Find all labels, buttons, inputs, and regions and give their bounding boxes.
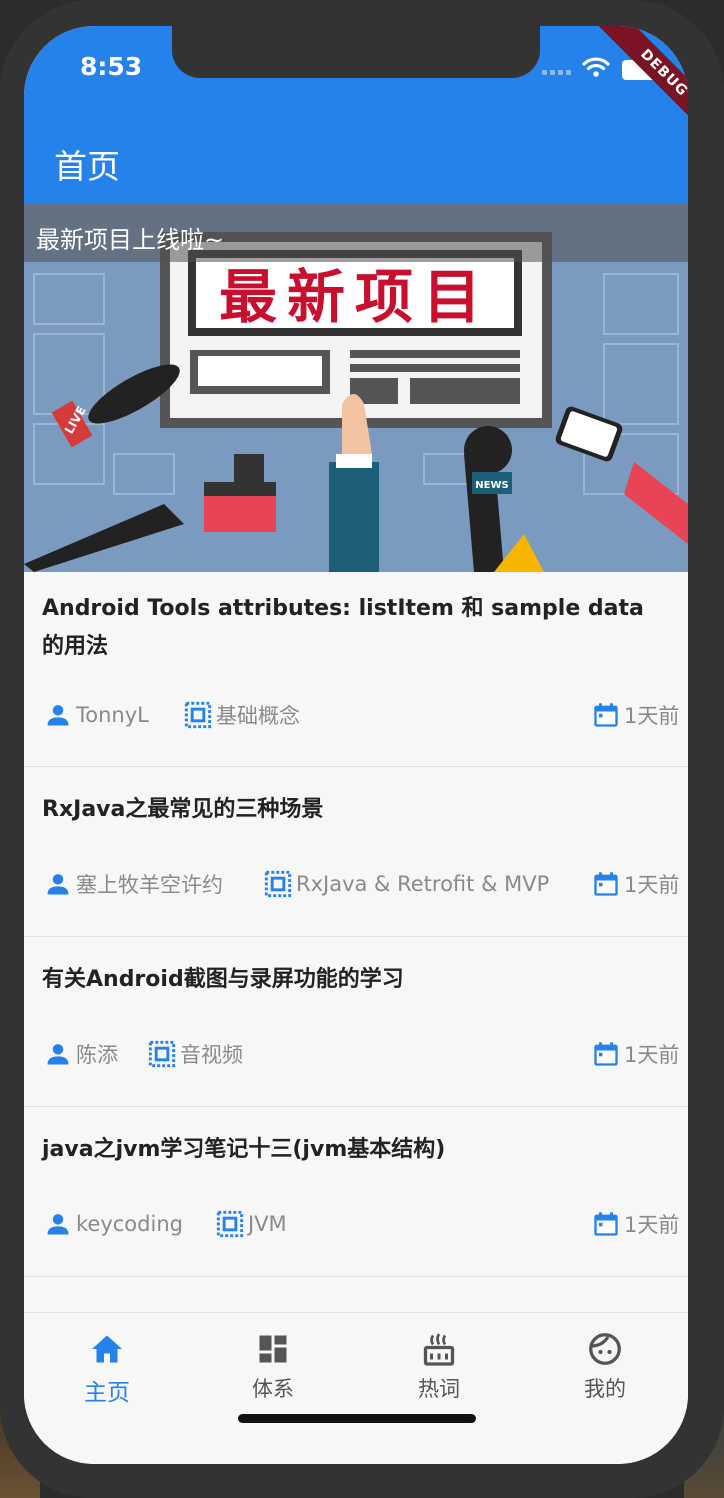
hot-icon bbox=[423, 1333, 455, 1366]
tab-label: 主页 bbox=[84, 1380, 130, 1406]
article-category: RxJava & Retrofit & MVP bbox=[296, 872, 550, 896]
article-title: java之jvm学习笔记十三(jvm基本结构) bbox=[42, 1137, 446, 1162]
article-time: 1天前 bbox=[624, 1043, 680, 1067]
article-category: JVM bbox=[248, 1212, 287, 1236]
person-icon bbox=[47, 874, 69, 895]
tab-label: 体系 bbox=[252, 1377, 294, 1401]
cellular-signal-icon bbox=[542, 70, 574, 76]
tab-hotwords[interactable]: 热词 bbox=[356, 1331, 522, 1401]
banner-headline: 最新项目 bbox=[219, 263, 491, 331]
article-category: 音视频 bbox=[180, 1043, 243, 1067]
tab-label: 我的 bbox=[584, 1377, 626, 1401]
chip-icon bbox=[148, 1040, 176, 1068]
article-title: 有关Android截图与录屏功能的学习 bbox=[42, 967, 404, 992]
dashboard-icon bbox=[259, 1335, 287, 1363]
article-author: keycoding bbox=[76, 1212, 183, 1236]
home-icon bbox=[92, 1335, 122, 1363]
article-item[interactable]: Android Tools attributes: listItem 和 sam… bbox=[24, 572, 688, 767]
phone-frame: 8:53 DEBUG 首页 最新项目 LIVE NEWS 最新项目上线啦~ An… bbox=[0, 0, 724, 1498]
person-icon bbox=[47, 705, 69, 726]
tab-home[interactable]: 主页 bbox=[24, 1331, 190, 1406]
chip-icon bbox=[184, 701, 212, 729]
tab-mine[interactable]: 我的 bbox=[522, 1331, 688, 1401]
person-icon bbox=[47, 1044, 69, 1065]
screen: 8:53 DEBUG 首页 最新项目 LIVE NEWS 最新项目上线啦~ An… bbox=[24, 26, 688, 1464]
article-time: 1天前 bbox=[624, 873, 680, 897]
article-category: 基础概念 bbox=[216, 704, 300, 728]
article-author: 陈添 bbox=[76, 1043, 118, 1067]
article-item[interactable]: RxJava之最常见的三种场景 塞上牧羊空许约 RxJava & Retrofi… bbox=[24, 767, 688, 937]
bottom-tab-bar: 主页 体系 热词 我的 bbox=[24, 1312, 688, 1464]
calendar-icon bbox=[594, 1212, 618, 1236]
calendar-icon bbox=[594, 703, 618, 727]
chip-icon bbox=[264, 870, 292, 898]
calendar-icon bbox=[594, 1042, 618, 1066]
banner-caption: 最新项目上线啦~ bbox=[36, 226, 225, 254]
app-bar: 首页 bbox=[24, 118, 688, 204]
person-icon bbox=[47, 1214, 69, 1235]
calendar-icon bbox=[594, 872, 618, 896]
article-time: 1天前 bbox=[624, 704, 680, 728]
article-time: 1天前 bbox=[624, 1213, 680, 1237]
chip-icon bbox=[216, 1210, 244, 1238]
home-indicator bbox=[238, 1414, 476, 1423]
tab-system[interactable]: 体系 bbox=[190, 1331, 356, 1401]
article-item[interactable]: 有关Android截图与录屏功能的学习 陈添 音视频 1天前 bbox=[24, 937, 688, 1107]
face-icon bbox=[589, 1333, 621, 1365]
notch bbox=[172, 26, 540, 78]
tab-label: 热词 bbox=[418, 1377, 460, 1401]
banner-carousel[interactable]: 最新项目 LIVE NEWS 最新项目上线啦~ bbox=[24, 204, 688, 572]
page-title: 首页 bbox=[54, 147, 120, 186]
status-time: 8:53 bbox=[80, 52, 143, 81]
article-title: RxJava之最常见的三种场景 bbox=[42, 797, 324, 822]
article-author: TonnyL bbox=[76, 703, 149, 727]
mic-label-news: NEWS bbox=[475, 480, 508, 491]
article-author: 塞上牧羊空许约 bbox=[76, 873, 223, 897]
article-title: Android Tools attributes: listItem 和 sam… bbox=[42, 596, 644, 659]
article-item[interactable]: java之jvm学习笔记十三(jvm基本结构) keycoding JVM 1天… bbox=[24, 1107, 688, 1277]
wifi-icon bbox=[582, 57, 610, 77]
status-bar: 8:53 DEBUG bbox=[24, 26, 688, 139]
